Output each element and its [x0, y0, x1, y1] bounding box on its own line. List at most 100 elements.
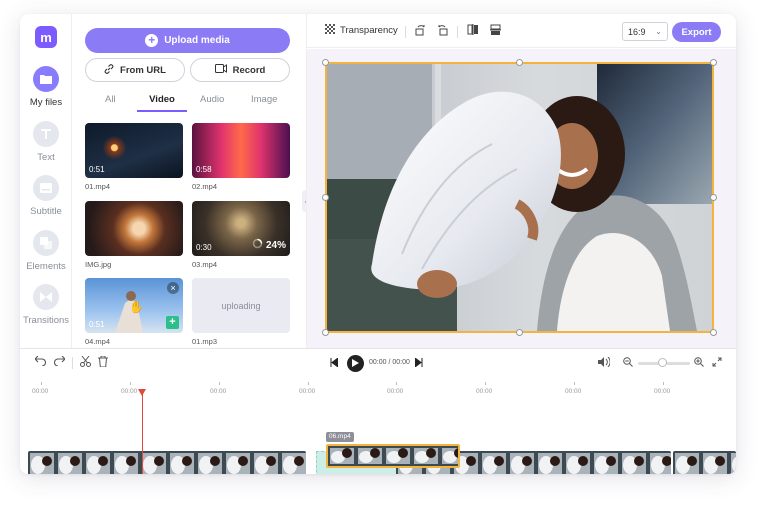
play-button[interactable] [347, 355, 364, 372]
rail-item-transitions[interactable]: Transitions [20, 284, 72, 326]
flip-horizontal-icon[interactable] [467, 24, 479, 35]
ruler-label: 00:00 [121, 388, 138, 395]
ruler-label: 00:00 [387, 388, 404, 395]
ruler-tick [41, 382, 42, 385]
zoom-out-icon[interactable] [623, 357, 633, 370]
transparency-button[interactable]: Transparency [325, 24, 398, 37]
upload-media-label: Upload media [164, 35, 230, 46]
media-name: 01.mp3 [192, 337, 218, 346]
from-url-button[interactable]: From URL [85, 58, 185, 82]
add-to-timeline-button[interactable]: + [166, 316, 179, 329]
timeline-ruler[interactable]: 00:00 00:00 00:00 00:00 00:00 00:00 00:0… [20, 382, 736, 400]
tab-all[interactable]: All [105, 94, 116, 112]
resize-handle[interactable] [710, 194, 717, 201]
ruler-tick [485, 382, 486, 385]
subtitle-icon [33, 175, 59, 201]
rail-item-text[interactable]: Text [20, 121, 72, 163]
dragging-clip[interactable] [326, 444, 460, 468]
redo-icon[interactable] [53, 355, 66, 369]
toolbar-divider [457, 26, 458, 38]
resize-handle[interactable] [322, 329, 329, 336]
media-name: 01.mp4 [85, 182, 111, 191]
preview-canvas[interactable] [325, 62, 714, 333]
rail-label-text: Text [37, 152, 55, 163]
plus-icon: + [145, 34, 159, 47]
playhead[interactable] [142, 389, 143, 474]
record-button[interactable]: Record [190, 58, 290, 82]
timeline: 00:00 / 00:00 00:00 00:00 00:00 00:00 00… [20, 348, 736, 474]
toolbar-divider [405, 26, 406, 38]
rotate-right-icon[interactable] [437, 24, 448, 36]
from-url-label: From URL [120, 64, 166, 76]
uploading-status: uploading [221, 300, 261, 311]
rotate-left-icon[interactable] [415, 24, 426, 36]
resize-handle[interactable] [710, 59, 717, 66]
volume-icon[interactable] [598, 356, 611, 370]
resize-handle[interactable] [322, 194, 329, 201]
scissors-icon[interactable] [80, 355, 91, 370]
transitions-icon [33, 284, 59, 310]
camera-icon [214, 64, 227, 76]
rail-item-subtitle[interactable]: Subtitle [20, 175, 72, 217]
flip-vertical-icon[interactable] [490, 24, 501, 36]
ruler-tick [663, 382, 664, 385]
left-rail: m My files Text Subtitle Elements Transi… [20, 14, 72, 348]
timeline-divider [72, 357, 73, 369]
ruler-tick [396, 382, 397, 385]
zoom-slider[interactable] [638, 358, 690, 367]
media-duration: 0:51 [89, 320, 105, 329]
resize-handle[interactable] [516, 59, 523, 66]
resize-handle[interactable] [710, 329, 717, 336]
delete-icon[interactable] [98, 355, 108, 370]
upload-media-button[interactable]: + Upload media [85, 28, 290, 53]
media-thumb-img[interactable] [85, 201, 183, 256]
tab-image[interactable]: Image [251, 94, 277, 112]
media-duration: 0:30 [196, 243, 212, 252]
rail-item-elements[interactable]: Elements [20, 230, 72, 272]
preview-image [327, 64, 712, 331]
zoom-in-icon[interactable] [694, 357, 704, 370]
timeline-clip[interactable] [673, 451, 736, 474]
rail-label-transitions: Transitions [22, 315, 70, 326]
ruler-label: 00:00 [32, 388, 49, 395]
tab-video[interactable]: Video [137, 94, 187, 112]
media-duration: 0:51 [89, 165, 105, 174]
ruler-label: 00:00 [476, 388, 493, 395]
ruler-label: 00:00 [565, 388, 582, 395]
resize-handle[interactable] [516, 329, 523, 336]
ruler-label: 00:00 [654, 388, 671, 395]
rail-item-my-files[interactable]: My files [20, 66, 72, 108]
upload-progress: 24% [252, 238, 286, 252]
transparency-label: Transparency [340, 25, 398, 36]
media-thumb-04[interactable]: 0:51 × + ✋ [85, 278, 183, 333]
zoom-slider-knob[interactable] [658, 358, 667, 367]
remove-media-icon[interactable]: × [167, 282, 179, 294]
aspect-ratio-select[interactable]: 16:9 ⌄ [622, 22, 668, 41]
export-button[interactable]: Export [672, 22, 721, 42]
tab-audio[interactable]: Audio [200, 94, 224, 112]
undo-icon[interactable] [34, 355, 47, 369]
fit-timeline-icon[interactable] [712, 357, 722, 370]
ruler-label: 00:00 [210, 388, 227, 395]
media-thumb-03[interactable]: 0:30 24% [192, 201, 290, 256]
media-panel: + Upload media From URL Record All Video… [73, 14, 305, 348]
resize-handle[interactable] [322, 59, 329, 66]
media-thumb-uploading: uploading [192, 278, 290, 333]
skip-forward-icon[interactable] [414, 357, 423, 370]
app-logo: m [35, 26, 57, 48]
progress-ring-icon [252, 238, 263, 252]
top-toolbar: Transparency 16:9 ⌄ Export [306, 14, 736, 48]
media-name: 02.mp4 [192, 182, 218, 191]
rail-label-elements: Elements [26, 261, 66, 272]
ruler-tick [219, 382, 220, 385]
ruler-label: 00:00 [299, 388, 316, 395]
media-thumb-02[interactable]: 0:58 [192, 123, 290, 178]
timeline-clip[interactable] [28, 451, 306, 474]
preview-stage [306, 49, 736, 348]
media-name: IMG.jpg [85, 260, 112, 269]
media-thumb-01[interactable]: 0:51 [85, 123, 183, 178]
rail-label-my-files: My files [29, 97, 63, 108]
rail-label-subtitle: Subtitle [30, 206, 62, 217]
link-icon [104, 63, 114, 77]
skip-back-icon[interactable] [330, 357, 339, 370]
